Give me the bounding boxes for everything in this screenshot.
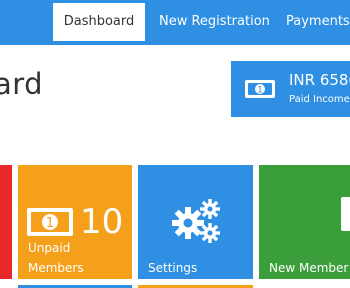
paid-income-amount: INR 6580 <box>289 71 350 89</box>
new-member-label: New Member R <box>269 261 350 275</box>
banknote-icon: 1 <box>26 207 74 241</box>
tile-unpaid-members[interactable]: 1 10 Unpaid Members <box>18 165 132 279</box>
tile-red[interactable] <box>0 165 12 279</box>
svg-text:1: 1 <box>46 216 54 231</box>
tab-new-registration[interactable]: New Registration <box>159 3 270 41</box>
tab-dashboard[interactable]: Dashboard <box>53 3 145 41</box>
tab-payments[interactable]: Payments <box>286 3 350 41</box>
svg-text:1: 1 <box>257 86 263 96</box>
paid-income-label: Paid Income <box>289 94 350 105</box>
page-title: ard <box>0 67 44 101</box>
paid-income-card[interactable]: 1 INR 6580 Paid Income <box>231 61 350 117</box>
tile-settings[interactable]: Settings <box>138 165 253 279</box>
settings-label: Settings <box>148 261 198 275</box>
gears-icon <box>170 197 222 249</box>
document-icon <box>341 197 350 231</box>
banknote-icon: 1 <box>244 79 276 103</box>
unpaid-label-line1: Unpaid <box>28 241 71 255</box>
top-navbar: Dashboard New Registration Payments <box>0 0 350 45</box>
tile-new-member[interactable]: New Member R <box>259 165 350 279</box>
unpaid-count: 10 <box>80 202 124 242</box>
unpaid-label-line2: Members <box>28 261 84 275</box>
